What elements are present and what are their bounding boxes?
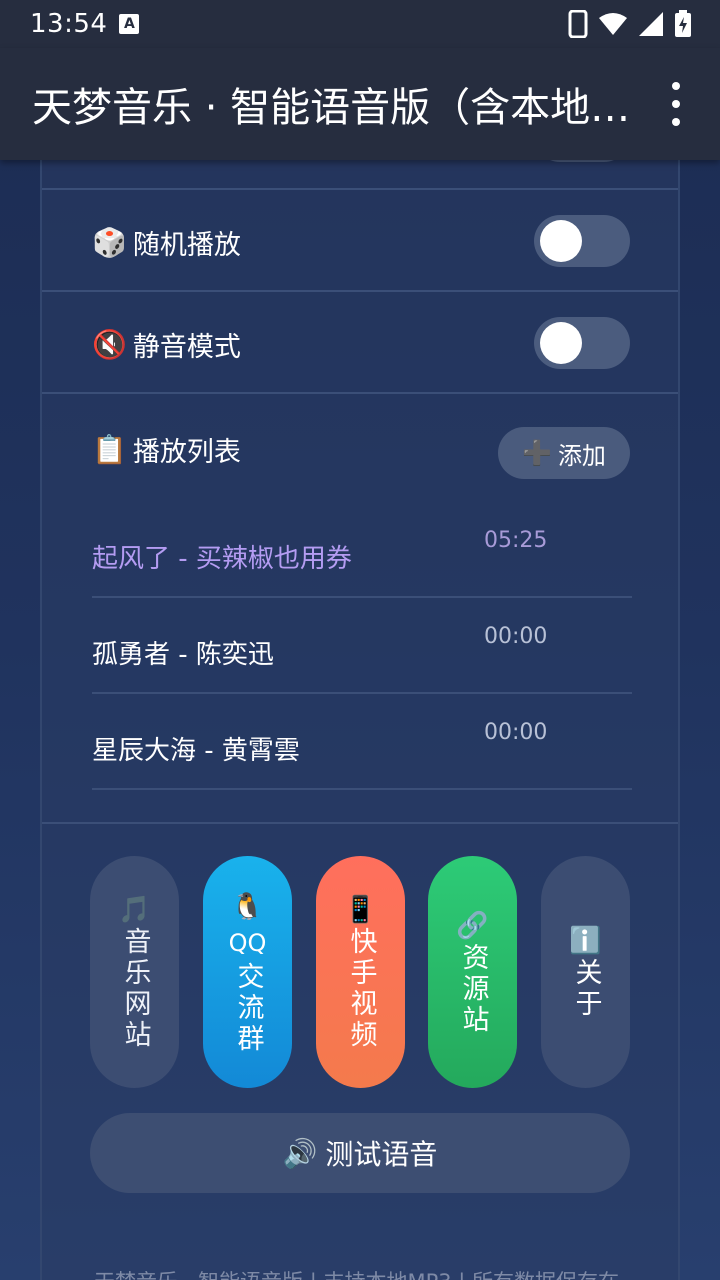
shuffle-toggle-knob [540, 220, 582, 262]
plus-icon: ➕ [522, 439, 552, 467]
add-label: 添加 [557, 441, 606, 470]
kuaishou-video-button[interactable]: 📱 快手视频 [316, 856, 405, 1088]
link-icon: 🔗 [456, 910, 489, 941]
track-name: 星辰大海 - 黄霄雲 [92, 736, 300, 766]
clipboard-icon: 📋 [92, 433, 127, 466]
shuffle-toggle[interactable] [534, 215, 630, 267]
mute-toggle[interactable] [534, 317, 630, 369]
track-item[interactable]: 起风了 - 买辣椒也用券 05:25 [92, 502, 632, 598]
app-bar: 天梦音乐 · 智能语音版（含本地MP3播放） [0, 48, 720, 160]
signal-icon [639, 12, 663, 36]
status-icons [568, 10, 692, 38]
qq-group-button[interactable]: 🐧 QQ 交流群 [203, 856, 292, 1088]
track-name: 孤勇者 - 陈奕迅 [92, 640, 274, 670]
footer-text: 天梦音乐 · 智能语音版 | 支持本地MP3 | 所有数据保存在 [94, 1266, 634, 1280]
shuffle-row: 🎲 随机播放 [42, 190, 678, 292]
dice-icon: 🎲 [92, 226, 127, 259]
track-time: 05:25 [484, 528, 548, 553]
qq-label-top: QQ [228, 928, 267, 957]
phone-icon [568, 10, 588, 38]
playlist-title-text: 播放列表 [132, 437, 241, 468]
test-voice-label: 测试语音 [325, 1138, 438, 1171]
battery-charging-icon [675, 10, 691, 37]
track-name: 起风了 - 买辣椒也用券 [92, 544, 352, 574]
playlist-section: 📋 播放列表 ➕ 添加 起风了 - 买辣椒也用券 05:25 孤勇者 - 陈奕迅… [42, 394, 678, 824]
playlist-title: 📋 播放列表 [92, 430, 241, 469]
resource-site-button[interactable]: 🔗 资源站 [428, 856, 517, 1088]
resource-site-label: 资源站 [457, 942, 489, 1036]
mobile-phone-icon: 📱 [344, 895, 377, 925]
app-title: 天梦音乐 · 智能语音版（含本地MP3播放） [32, 85, 664, 131]
test-voice-button[interactable]: 🔊 测试语音 [90, 1113, 630, 1193]
qq-group-label: 交流群 [232, 961, 264, 1055]
music-site-label: 音乐网站 [119, 927, 151, 1051]
mute-icon: 🔇 [92, 328, 127, 361]
music-site-button[interactable]: 🎵 音乐网站 [90, 856, 179, 1088]
mute-label: 🔇 静音模式 [92, 325, 241, 364]
about-button[interactable]: ℹ️ 关于 [541, 856, 630, 1088]
about-label: 关于 [570, 958, 602, 1020]
info-icon: ℹ️ [569, 926, 602, 956]
mute-text: 静音模式 [132, 332, 241, 363]
status-time: 13:54 [30, 9, 108, 39]
shuffle-text: 随机播放 [132, 230, 241, 261]
mute-row: 🔇 静音模式 [42, 292, 678, 394]
track-item[interactable]: 星辰大海 - 黄霄雲 00:00 [92, 694, 632, 790]
settings-card: 🎲 随机播放 🔇 静音模式 📋 播放列表 ➕ 添加 起风了 - 买辣椒也用券 0… [40, 110, 680, 1280]
kuaishou-label: 快手视频 [345, 927, 377, 1051]
shuffle-label: 🎲 随机播放 [92, 223, 241, 262]
track-time: 00:00 [484, 624, 548, 649]
track-time: 00:00 [484, 720, 548, 745]
add-track-button[interactable]: ➕ 添加 [498, 427, 630, 479]
status-bar: 13:54 A [0, 0, 720, 48]
speaker-icon: 🔊 [282, 1136, 318, 1170]
music-note-icon: 🎵 [118, 895, 151, 925]
wifi-icon [599, 13, 627, 35]
penguin-icon: 🐧 [231, 891, 264, 922]
more-options-icon[interactable] [664, 82, 688, 126]
a-notification-icon: A [119, 14, 140, 34]
track-item[interactable]: 孤勇者 - 陈奕迅 00:00 [92, 598, 632, 694]
mute-toggle-knob [540, 322, 582, 364]
